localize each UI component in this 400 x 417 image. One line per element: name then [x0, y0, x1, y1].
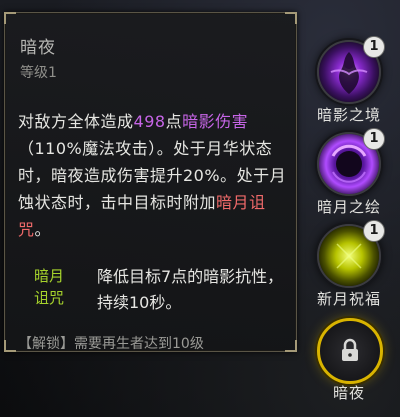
skill-label: 暗影之境: [316, 106, 381, 124]
desc-text: 点: [165, 112, 183, 131]
desc-text: 。: [34, 220, 52, 239]
effect-tag: 暗月诅咒: [33, 267, 64, 307]
skill-slot-new-moon[interactable]: 1 新月祝福: [313, 220, 393, 324]
damage-value: 498: [133, 112, 166, 131]
skill-title: 暗夜: [20, 38, 56, 58]
skill-tooltip: 暗夜 等级1 对敌方全体造成498点暗影伤害（110%魔法攻击）。处于月华状态时…: [4, 12, 297, 352]
skill-slot-dark-moon[interactable]: 1 暗月之绘: [313, 128, 393, 232]
skill-level-badge: 1: [363, 128, 385, 150]
unlock-requirement: 【解锁】需要再生者达到10级: [18, 336, 204, 352]
skill-screen: 暗夜 等级1 对敌方全体造成498点暗影伤害（110%魔法攻击）。处于月华状态时…: [0, 0, 400, 417]
panel-corner: [4, 12, 16, 24]
panel-corner: [285, 12, 297, 24]
skill-slot-shadow-realm[interactable]: 1 暗影之境: [313, 36, 393, 140]
skill-label: 新月祝福: [316, 290, 381, 308]
skill-description: 对敌方全体造成498点暗影伤害（110%魔法攻击）。处于月华状态时，暗夜造成伤害…: [18, 108, 288, 243]
skill-level-badge: 1: [363, 36, 385, 58]
panel-corner: [4, 340, 16, 352]
skill-level-badge: 1: [363, 220, 385, 242]
skill-label: 暗夜: [332, 384, 365, 402]
desc-text: 对敌方全体造成: [18, 112, 134, 131]
panel-corner: [285, 340, 297, 352]
effect-description: 降低目标7点的暗影抗性，持续10秒。: [97, 267, 284, 312]
damage-type: 暗影伤害: [182, 112, 249, 131]
skill-level: 等级1: [20, 65, 57, 81]
skill-slot-dark-night[interactable]: 暗夜: [313, 318, 393, 417]
lock-icon: [317, 318, 383, 384]
skill-label: 暗月之绘: [316, 198, 381, 216]
